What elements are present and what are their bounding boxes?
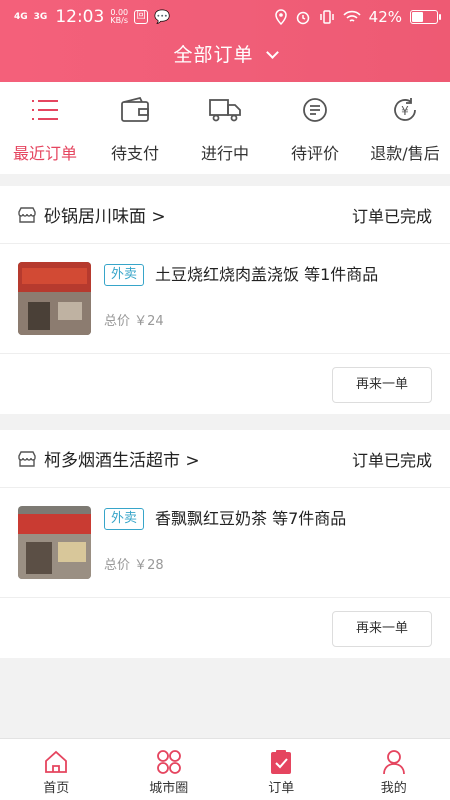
speed-unit: KB/s	[110, 16, 129, 25]
order-icon	[267, 749, 295, 775]
shop-name: 砂锅居川味面 >	[44, 207, 166, 227]
order-items-summary: 香飘飘红豆奶茶 等7件商品	[155, 509, 347, 528]
delivery-tag: 外卖	[104, 264, 145, 286]
store-icon	[18, 450, 36, 467]
page-title: 全部订单	[173, 44, 254, 66]
order-status: 订单已完成	[351, 206, 432, 226]
wallet-icon	[118, 94, 152, 126]
nav-label: 首页	[43, 781, 70, 796]
tab-recent-orders[interactable]: 最近订单	[0, 82, 90, 174]
order-actions: 再来一单	[0, 598, 450, 658]
battery-icon	[410, 10, 441, 24]
order-body[interactable]: 外卖 香飘飘红豆奶茶 等7件商品 总价 ￥28	[0, 488, 450, 598]
tab-label: 进行中	[200, 144, 249, 163]
order-total: 总价 ￥24	[104, 314, 164, 329]
bottom-nav: 首页 城市圈 订单 我的	[0, 738, 450, 800]
order-status-tabs: 最近订单 待支付 进行中 待评价 ¥ 退款/售后	[0, 82, 450, 174]
order-status: 订单已完成	[351, 450, 432, 470]
review-icon	[298, 94, 332, 126]
home-icon	[42, 749, 70, 775]
nav-home[interactable]: 首页	[0, 739, 113, 800]
reorder-button[interactable]: 再来一单	[332, 367, 432, 403]
tab-label: 待支付	[110, 144, 159, 163]
profile-icon	[380, 749, 408, 775]
signal-4g: 4G	[14, 11, 28, 22]
shop-thumbnail	[18, 506, 91, 579]
signal-indicators: 4G	[14, 11, 28, 22]
order-filter-dropdown[interactable]: 全部订单	[0, 40, 450, 67]
wechat-icon: 💬	[154, 9, 171, 25]
tab-label: 待评价	[290, 144, 339, 163]
reorder-button[interactable]: 再来一单	[332, 611, 432, 647]
signal-3g: 3G	[33, 11, 48, 22]
list-icon	[28, 94, 62, 126]
tab-refund-after-sale[interactable]: ¥ 退款/售后	[360, 82, 450, 174]
order-total: 总价 ￥28	[104, 558, 164, 573]
nav-label: 订单	[268, 781, 295, 796]
tab-pending-payment[interactable]: 待支付	[90, 82, 180, 174]
chevron-down-icon	[265, 46, 279, 59]
nav-orders[interactable]: 订单	[225, 739, 338, 800]
tab-pending-review[interactable]: 待评价	[270, 82, 360, 174]
nav-city-circle[interactable]: 城市圈	[113, 739, 226, 800]
header-bar: 4G 3G 12:03 0.00 KB/s 回 💬 42% 全部订单	[0, 0, 450, 82]
battery-fill	[412, 12, 423, 22]
battery-percent: 42%	[368, 8, 402, 26]
city-circle-icon	[155, 749, 183, 775]
svg-text:¥: ¥	[401, 104, 409, 118]
nav-profile[interactable]: 我的	[338, 739, 450, 800]
order-body[interactable]: 外卖 土豆烧红烧肉盖浇饭 等1件商品 总价 ￥24	[0, 244, 450, 354]
order-card: 柯多烟酒生活超市 > 订单已完成 外卖 香飘飘红豆奶茶 等7件商品 总价 ￥28…	[0, 430, 450, 658]
truck-icon	[208, 94, 242, 126]
order-card: 砂锅居川味面 > 订单已完成 外卖 土豆烧红烧肉盖浇饭 等1件商品 总价 ￥24…	[0, 186, 450, 414]
nav-label: 城市圈	[149, 781, 189, 796]
clock: 12:03	[55, 7, 105, 27]
status-bar: 4G 3G 12:03 0.00 KB/s 回 💬 42%	[0, 0, 450, 34]
shop-name: 柯多烟酒生活超市 >	[44, 451, 200, 471]
store-icon	[18, 206, 36, 223]
order-items-summary: 土豆烧红烧肉盖浇饭 等1件商品	[155, 265, 379, 284]
tab-label: 最近订单	[12, 144, 77, 163]
location-icon	[274, 9, 287, 25]
nav-label: 我的	[380, 781, 407, 796]
alarm-icon	[296, 11, 309, 25]
delivery-tag: 外卖	[104, 508, 145, 530]
tab-label: 退款/售后	[370, 144, 440, 163]
wifi-icon	[343, 10, 361, 22]
shop-row[interactable]: 柯多烟酒生活超市 > 订单已完成	[0, 430, 450, 488]
vibrate-icon	[319, 10, 334, 24]
order-actions: 再来一单	[0, 354, 450, 414]
shop-thumbnail	[18, 262, 91, 335]
app-notification-icon: 回	[134, 10, 149, 24]
refund-yen-icon: ¥	[388, 94, 422, 126]
tab-in-progress[interactable]: 进行中	[180, 82, 270, 174]
network-speed: 0.00 KB/s	[110, 9, 128, 25]
shop-row[interactable]: 砂锅居川味面 > 订单已完成	[0, 186, 450, 244]
